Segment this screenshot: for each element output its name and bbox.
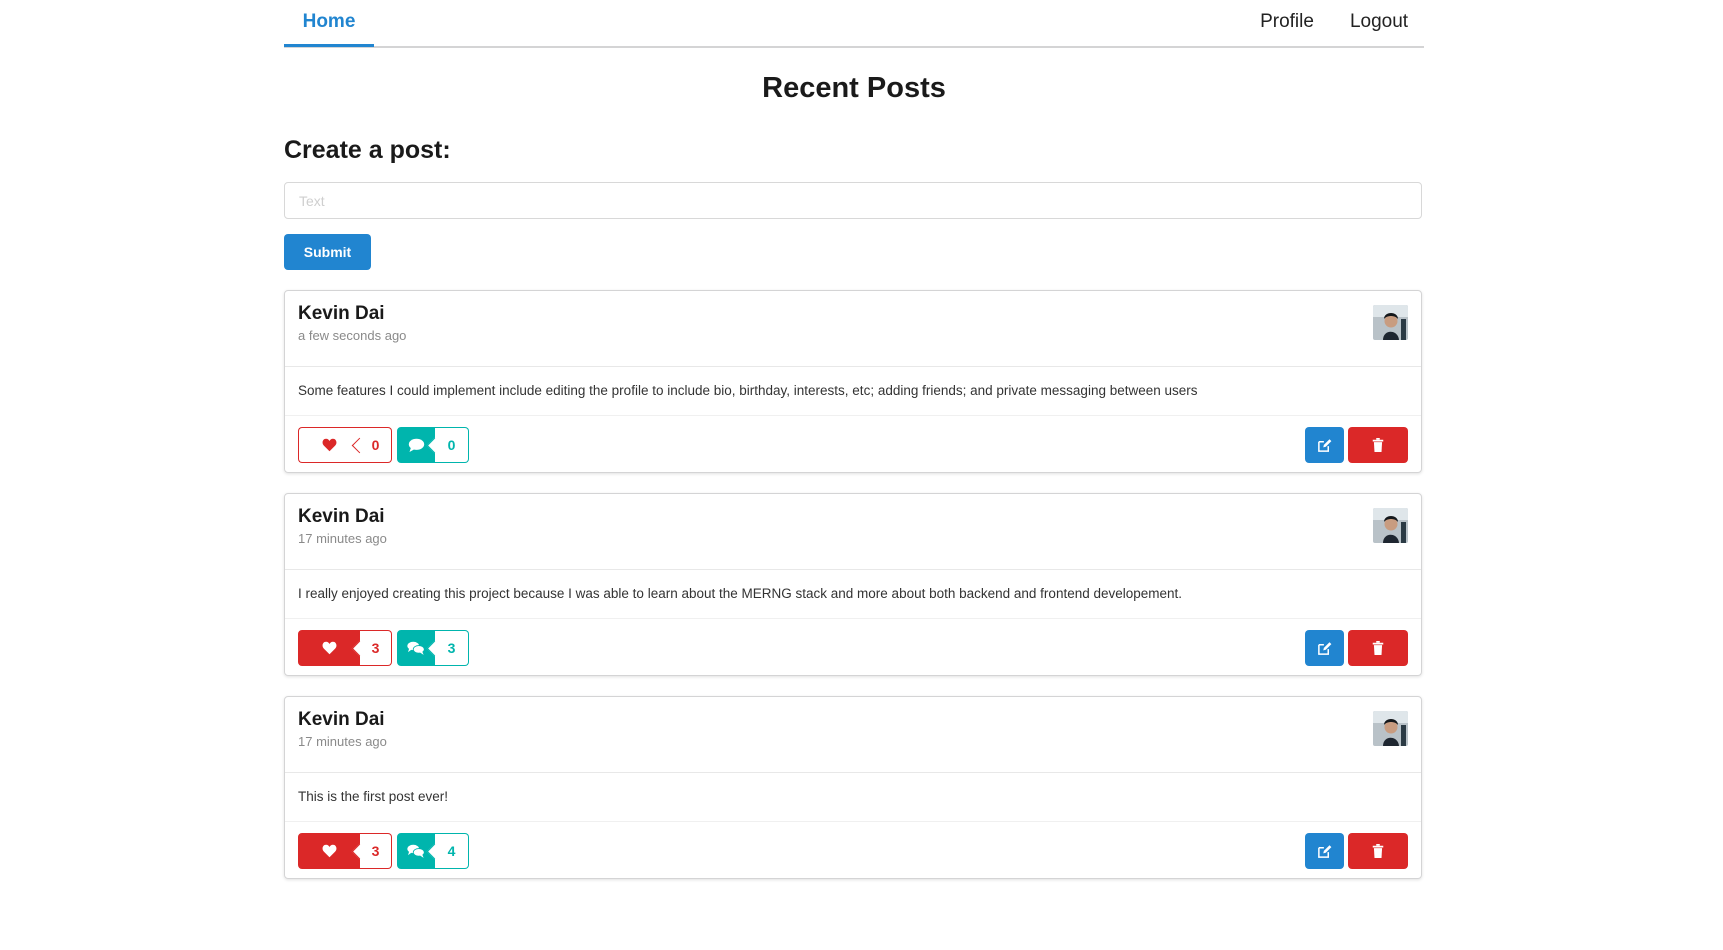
post-body: This is the first post ever! (285, 772, 1421, 822)
post-header: Kevin Dai a few seconds ago (285, 291, 1421, 367)
nav-logout[interactable]: Logout (1339, 0, 1419, 44)
comment-icon (408, 438, 425, 452)
delete-button[interactable] (1348, 833, 1408, 869)
post-author: Kevin Dai (298, 709, 385, 730)
post-time[interactable]: 17 minutes ago (298, 734, 387, 749)
comments-icon (407, 641, 425, 655)
comment-button[interactable]: 4 (397, 833, 469, 869)
edit-icon (1317, 641, 1332, 656)
nav-profile[interactable]: Profile (1252, 0, 1322, 44)
comment-count[interactable]: 4 (435, 833, 469, 869)
edit-button[interactable] (1305, 833, 1344, 869)
comment-count[interactable]: 0 (435, 427, 469, 463)
avatar (1373, 508, 1408, 543)
post-header: Kevin Dai 17 minutes ago (285, 697, 1421, 773)
top-menu: Home Profile Logout (284, 0, 1424, 48)
post-actions: 3 3 (298, 630, 1408, 666)
post-text: Some features I could implement include … (298, 383, 1198, 398)
page-title: Recent Posts (762, 72, 946, 104)
like-count[interactable]: 0 (360, 427, 392, 463)
post-list: Kevin Dai a few seconds ago Some feature… (284, 290, 1424, 899)
post-text: I really enjoyed creating this project b… (298, 586, 1183, 601)
post-actions: 0 0 (298, 427, 1408, 463)
post-card: Kevin Dai 17 minutes ago I really enjoye… (284, 493, 1422, 676)
trash-icon (1372, 438, 1384, 452)
post-header: Kevin Dai 17 minutes ago (285, 494, 1421, 570)
post-card: Kevin Dai 17 minutes ago This is the fir… (284, 696, 1422, 879)
edit-icon (1317, 844, 1332, 859)
like-count[interactable]: 3 (360, 833, 392, 869)
edit-button[interactable] (1305, 630, 1344, 666)
comment-button[interactable]: 0 (397, 427, 469, 463)
comment-count[interactable]: 3 (435, 630, 469, 666)
post-time[interactable]: 17 minutes ago (298, 531, 387, 546)
create-post-title: Create a post: (284, 136, 451, 164)
post-author: Kevin Dai (298, 506, 385, 527)
edit-icon (1317, 438, 1332, 453)
heart-icon (322, 641, 337, 655)
post-text-input[interactable] (284, 182, 1422, 219)
trash-icon (1372, 844, 1384, 858)
edit-button[interactable] (1305, 427, 1344, 463)
comment-button[interactable]: 3 (397, 630, 469, 666)
post-time[interactable]: a few seconds ago (298, 328, 406, 343)
heart-icon (322, 438, 337, 452)
post-actions: 3 4 (298, 833, 1408, 869)
post-text: This is the first post ever! (298, 789, 449, 804)
delete-button[interactable] (1348, 630, 1408, 666)
post-author: Kevin Dai (298, 303, 385, 324)
like-count[interactable]: 3 (360, 630, 392, 666)
trash-icon (1372, 641, 1384, 655)
nav-home[interactable]: Home (284, 0, 374, 47)
like-button[interactable]: 3 (298, 630, 392, 666)
delete-button[interactable] (1348, 427, 1408, 463)
heart-icon (322, 844, 337, 858)
like-button[interactable]: 0 (298, 427, 392, 463)
comments-icon (407, 844, 425, 858)
app-container: Home Profile Logout Recent Posts Create … (284, 0, 1424, 879)
avatar (1373, 305, 1408, 340)
like-button[interactable]: 3 (298, 833, 392, 869)
avatar (1373, 711, 1408, 746)
post-body: I really enjoyed creating this project b… (285, 569, 1421, 619)
post-body: Some features I could implement include … (285, 366, 1421, 416)
submit-button[interactable]: Submit (284, 234, 371, 270)
post-card: Kevin Dai a few seconds ago Some feature… (284, 290, 1422, 473)
